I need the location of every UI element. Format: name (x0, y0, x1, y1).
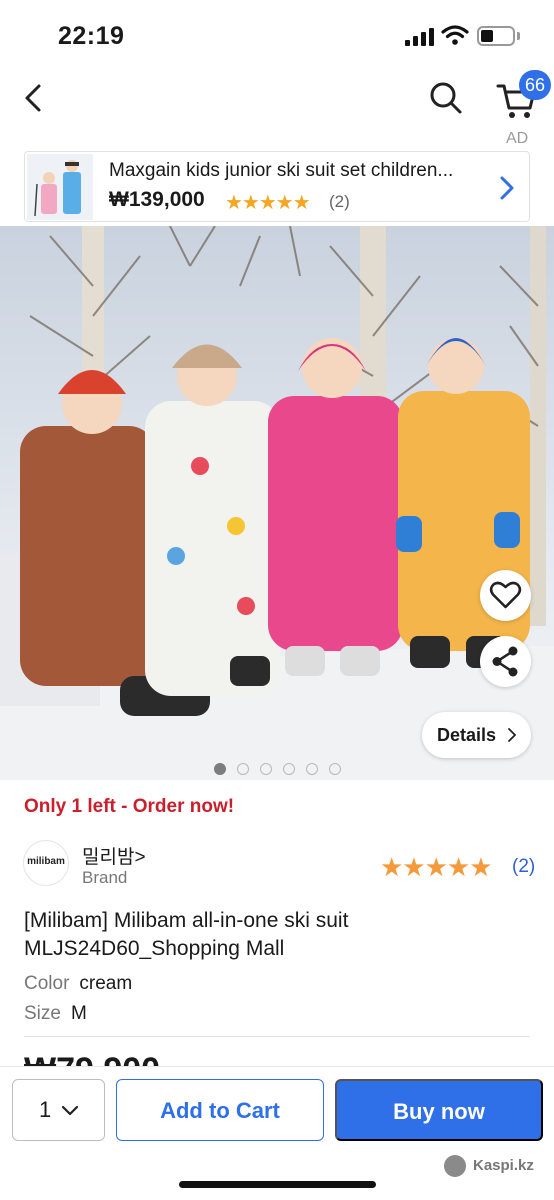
option-label: Color (24, 973, 70, 994)
ad-rating-stars: ★★★★★ (225, 192, 311, 214)
option-color: Color cream (24, 973, 132, 995)
stock-alert: Only 1 left - Order now! (24, 796, 235, 817)
watermark-text: Kaspi.kz (473, 1157, 534, 1174)
chevron-right-icon (508, 728, 516, 742)
product-photo (0, 226, 554, 780)
carousel-dot[interactable] (306, 763, 318, 775)
carousel-dot[interactable] (214, 763, 226, 775)
ad-title: Maxgain kids junior ski suit set childre… (109, 160, 454, 181)
ad-rating-count: (2) (329, 192, 350, 211)
brand-logo-text: milibam (27, 856, 65, 867)
bottom-action-bar: 1 Add to Cart Buy now Kaspi.kz (0, 1066, 554, 1200)
option-label: Size (24, 1003, 61, 1024)
rating-stars[interactable]: ★★★★★ (380, 852, 493, 883)
ad-thumbnail (27, 154, 93, 220)
wifi-icon (441, 25, 469, 45)
option-value: M (70, 1003, 87, 1024)
option-size: Size M (24, 1003, 87, 1025)
brand-label: Brand (82, 868, 128, 887)
price-partial: ₩79,900 (24, 1048, 160, 1066)
home-indicator[interactable] (179, 1181, 376, 1188)
buy-now-button[interactable]: Buy now (335, 1079, 543, 1141)
wishlist-button[interactable] (480, 570, 531, 621)
kaspi-logo-icon (444, 1155, 466, 1177)
carousel-dot[interactable] (283, 763, 295, 775)
status-bar: 22:19 (0, 0, 554, 70)
ad-label: AD (506, 130, 529, 147)
carousel-dot[interactable] (260, 763, 272, 775)
carousel-dot[interactable] (329, 763, 341, 775)
ad-banner[interactable]: Maxgain kids junior ski suit set childre… (24, 151, 530, 222)
battery-icon (477, 26, 515, 46)
chevron-right-icon (500, 176, 514, 200)
quantity-value: 1 (39, 1097, 52, 1122)
cart-count-badge: 66 (519, 70, 552, 100)
chevron-down-icon (61, 1105, 79, 1116)
share-icon (492, 646, 518, 677)
quantity-select[interactable]: 1 (12, 1079, 105, 1141)
back-button[interactable] (14, 78, 54, 118)
status-time: 22:19 (58, 22, 125, 50)
heart-icon (489, 581, 522, 609)
ad-thumbnail-image (27, 154, 93, 220)
ad-price: ₩139,000 (109, 188, 205, 211)
product-title: [Milibam] Milibam all-in-one ski suit ML… (24, 909, 349, 960)
search-button[interactable] (426, 78, 466, 118)
battery-cap (517, 32, 520, 40)
option-value: cream (79, 973, 133, 994)
rating-count-link[interactable]: (2) (512, 856, 535, 878)
details-label: Details (437, 725, 497, 745)
brand-logo[interactable]: milibam (23, 840, 69, 886)
brand-name-link[interactable]: 밀리밤> (82, 842, 146, 869)
carousel-dot[interactable] (237, 763, 249, 775)
details-button[interactable]: Details (422, 712, 531, 758)
share-button[interactable] (480, 636, 531, 687)
add-to-cart-button[interactable]: Add to Cart (116, 1079, 324, 1141)
top-nav (0, 70, 554, 132)
product-image-carousel[interactable] (0, 226, 554, 780)
signal-icon (405, 28, 435, 46)
divider (24, 1036, 530, 1037)
